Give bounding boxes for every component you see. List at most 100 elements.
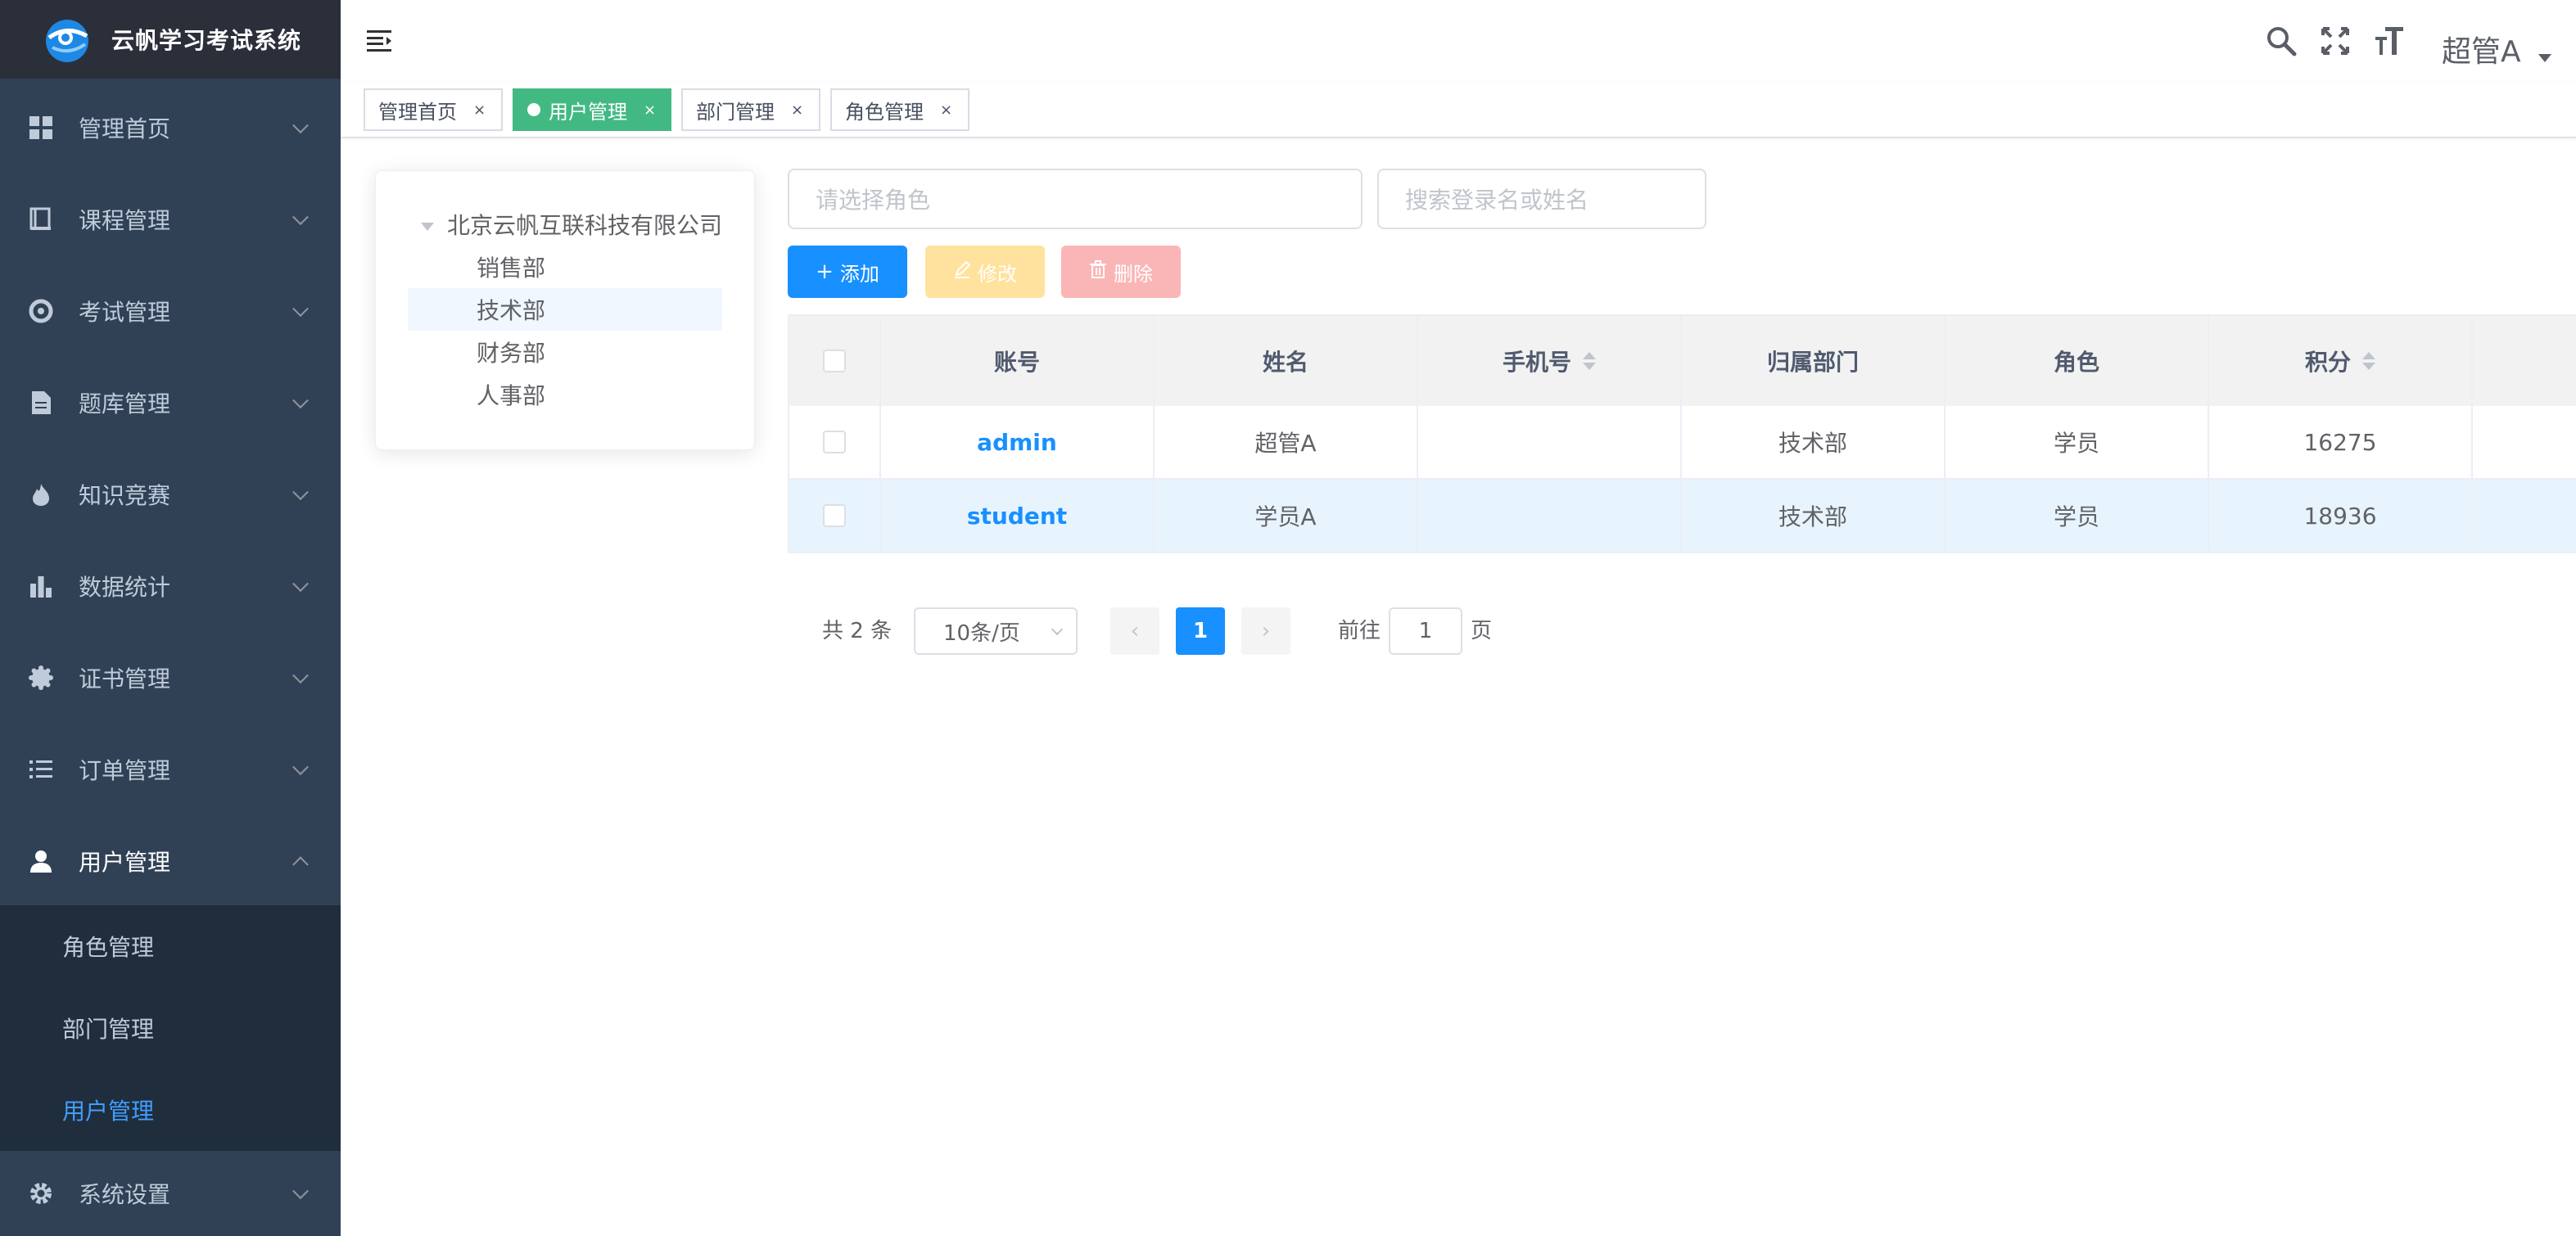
role-select[interactable]: 请选择角色 (788, 169, 1363, 229)
close-icon[interactable]: × (791, 101, 803, 119)
bar-chart-icon (28, 573, 54, 599)
next-page-button[interactable]: › (1241, 607, 1290, 655)
column-header-label: 手机号 (1502, 349, 1571, 376)
tree-node-sales[interactable]: 销售部 (408, 246, 722, 288)
pagination-total: 共 2 条 (822, 619, 893, 643)
fullscreen-icon[interactable] (2317, 23, 2353, 59)
caret-down-icon[interactable] (2538, 54, 2551, 62)
sidebar-item-dashboard[interactable]: 管理首页 (0, 82, 341, 174)
table-row[interactable]: student 学员A 技术部 学员 18936 (789, 480, 2576, 553)
app-logo[interactable]: 云帆学习考试系统 (0, 0, 341, 79)
page-suffix: 页 (1471, 619, 1493, 643)
sidebar-item-exams[interactable]: 考试管理 (0, 265, 341, 357)
cell-account[interactable]: admin (881, 406, 1155, 478)
row-checkbox[interactable] (823, 504, 846, 527)
tag-label: 部门管理 (696, 100, 775, 124)
prev-page-button[interactable]: ‹ (1110, 607, 1159, 655)
sidebar-item-label: 考试管理 (79, 299, 171, 326)
sidebar-item-label: 数据统计 (79, 574, 171, 601)
active-dot-icon (527, 103, 540, 116)
sidebar: 云帆学习考试系统 管理首页 课程管理 考试管理 题库管理 知识竞赛 数据统计 证… (0, 0, 341, 1236)
sidebar-item-label: 证书管理 (79, 665, 171, 692)
tag-home[interactable]: 管理首页 × (364, 88, 503, 131)
page-size-select[interactable]: 10条/页 (914, 607, 1078, 655)
cell-phone (1418, 480, 1682, 552)
font-size-icon[interactable] (2371, 23, 2407, 59)
submenu-item-label: 用户管理 (62, 1098, 155, 1125)
cell-account[interactable]: student (881, 480, 1155, 552)
cell-role: 学员 (1946, 406, 2209, 478)
chevron-down-icon (292, 575, 309, 593)
search-icon[interactable] (2263, 23, 2299, 59)
submenu-item-departments[interactable]: 部门管理 (0, 987, 341, 1069)
add-button[interactable]: + 添加 (788, 246, 907, 298)
chevron-down-icon (292, 759, 309, 776)
tree-node-root[interactable]: 北京云帆互联科技有限公司 (447, 203, 722, 246)
tree-node-hr[interactable]: 人事部 (408, 373, 722, 416)
column-header-role: 角色 (1946, 316, 2209, 406)
hamburger-icon[interactable] (367, 28, 393, 54)
chevron-down-icon (1051, 623, 1064, 636)
user-icon (28, 848, 54, 874)
table-header: 账号 姓名 手机号 归属部门 角色 积分 (789, 316, 2576, 406)
delete-button[interactable]: 删除 (1061, 246, 1181, 298)
tag-departments[interactable]: 部门管理 × (681, 88, 820, 131)
column-header-phone[interactable]: 手机号 (1418, 316, 1682, 406)
tag-label: 角色管理 (845, 100, 924, 124)
cell-phone (1418, 406, 1682, 478)
cell-name: 学员A (1155, 480, 1418, 552)
dashboard-icon (28, 115, 54, 141)
cell-dept: 技术部 (1682, 480, 1946, 552)
chevron-down-icon (292, 117, 309, 134)
sidebar-item-question-bank[interactable]: 题库管理 (0, 357, 341, 449)
goto-label: 前往 (1338, 619, 1381, 643)
sidebar-item-contest[interactable]: 知识竞赛 (0, 449, 341, 540)
sidebar-item-statistics[interactable]: 数据统计 (0, 540, 341, 632)
sidebar-item-courses[interactable]: 课程管理 (0, 174, 341, 265)
sidebar-item-settings[interactable]: 系统设置 (0, 1151, 341, 1236)
tree-node-finance[interactable]: 财务部 (408, 331, 722, 373)
close-icon[interactable]: × (940, 101, 952, 119)
certificate-icon (28, 665, 54, 691)
submenu-item-label: 角色管理 (62, 934, 155, 961)
goto-page-input[interactable]: 1 (1389, 607, 1462, 655)
chevron-down-icon (292, 300, 309, 318)
sidebar-item-label: 课程管理 (79, 207, 171, 234)
submenu-item-roles[interactable]: 角色管理 (0, 905, 341, 987)
tag-roles[interactable]: 角色管理 × (830, 88, 969, 131)
plus-icon: + (816, 259, 834, 284)
tree-node-tech[interactable]: 技术部 (408, 288, 722, 331)
cell-points: 18936 (2209, 480, 2473, 552)
column-header-points[interactable]: 积分 (2209, 316, 2473, 406)
sidebar-item-certificates[interactable]: 证书管理 (0, 632, 341, 724)
user-name[interactable]: 超管A (2442, 28, 2521, 70)
tree-caret-down-icon[interactable] (421, 223, 434, 231)
search-input[interactable]: 搜索登录名或姓名 (1377, 169, 1706, 229)
chevron-down-icon (292, 392, 309, 409)
page-number-1[interactable]: 1 (1176, 607, 1225, 655)
select-all-checkbox[interactable] (823, 350, 846, 372)
sidebar-item-orders[interactable]: 订单管理 (0, 724, 341, 815)
table-row[interactable]: admin 超管A 技术部 学员 16275 (789, 406, 2576, 480)
tree-node-label: 销售部 (477, 255, 546, 282)
column-header-label: 积分 (2304, 349, 2351, 376)
close-icon[interactable]: × (473, 101, 486, 119)
edit-icon (953, 259, 971, 284)
sidebar-item-label: 系统设置 (79, 1181, 171, 1208)
cell-points: 16275 (2209, 406, 2473, 478)
search-input-placeholder: 搜索登录名或姓名 (1405, 187, 1589, 214)
edit-button[interactable]: 修改 (925, 246, 1045, 298)
tags-view: 管理首页 × 用户管理 × 部门管理 × 角色管理 × (341, 82, 2576, 138)
column-header-dept: 归属部门 (1682, 316, 1946, 406)
close-icon[interactable]: × (644, 101, 656, 119)
cell-name: 超管A (1155, 406, 1418, 478)
tag-label: 管理首页 (378, 100, 457, 124)
row-checkbox[interactable] (823, 431, 846, 453)
cell-dept: 技术部 (1682, 406, 1946, 478)
tag-users[interactable]: 用户管理 × (513, 88, 671, 131)
sort-icon[interactable] (2362, 352, 2375, 370)
sort-icon[interactable] (1583, 352, 1596, 370)
submenu-item-users[interactable]: 用户管理 (0, 1069, 341, 1151)
sidebar-item-users[interactable]: 用户管理 (0, 815, 341, 907)
users-table: 账号 姓名 手机号 归属部门 角色 积分 admin 超管A 技术部 学员 16… (788, 314, 2576, 553)
